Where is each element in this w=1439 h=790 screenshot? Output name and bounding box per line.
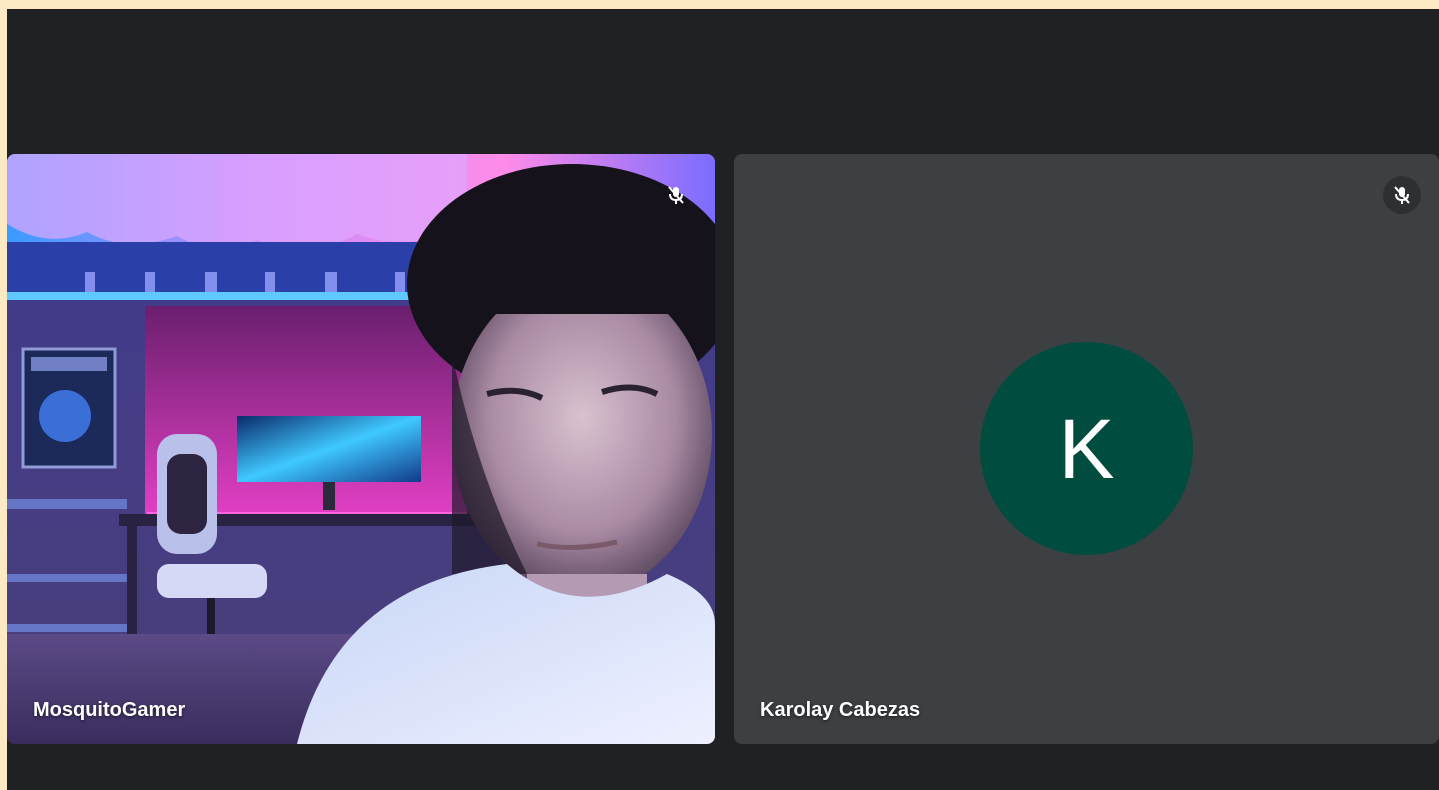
participant-name: Karolay Cabezas: [760, 699, 921, 721]
meeting-grid: MosquitoGamer K Karolay Cabezas: [7, 9, 1439, 790]
participant-video: [7, 154, 715, 744]
mic-off-icon: [657, 176, 695, 214]
avatar-letter: K: [1058, 401, 1115, 496]
participant-tile-karolay-cabezas[interactable]: K Karolay Cabezas: [734, 154, 1439, 744]
avatar: K: [980, 342, 1193, 555]
mic-off-icon: [1383, 176, 1421, 214]
participant-tile-mosquitogamer[interactable]: MosquitoGamer: [7, 154, 715, 744]
participant-name: MosquitoGamer: [33, 699, 186, 721]
